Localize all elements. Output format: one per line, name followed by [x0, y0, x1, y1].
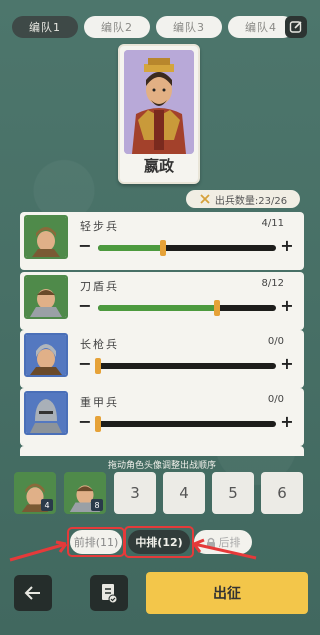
slot-count-badge: 4 — [41, 499, 53, 511]
increase-button[interactable]: + — [278, 356, 296, 374]
unit-slider[interactable] — [95, 358, 276, 374]
order-slot-2[interactable]: 8 — [64, 472, 106, 514]
troop-count-label: 出兵数量:23/26 — [214, 195, 288, 207]
slider-handle[interactable] — [95, 416, 101, 432]
increase-button[interactable]: + — [278, 238, 296, 256]
slider-fill — [98, 305, 217, 311]
slider-fill — [98, 245, 163, 251]
unit-row-partial — [20, 446, 304, 456]
order-slot-5[interactable]: 5 — [212, 472, 254, 514]
crossed-swords-icon — [200, 194, 210, 204]
unit-name: 刀盾兵 — [80, 280, 119, 293]
heavy-armor-portrait — [26, 393, 66, 433]
unit-count: 0/0 — [267, 394, 284, 405]
arrow-annotation-left — [9, 540, 68, 562]
unit-row-heavy-armor: 重甲兵 0/0 − + — [20, 388, 304, 446]
arrow-annotation-right — [192, 538, 257, 560]
unit-row-light-infantry: 轻步兵 4/11 − + — [20, 212, 304, 270]
unit-name: 重甲兵 — [80, 396, 119, 409]
tab-formation-1[interactable]: 编队1 — [12, 16, 78, 38]
increase-button[interactable]: + — [278, 298, 296, 316]
slot-count-badge: 8 — [91, 499, 103, 511]
general-name: 嬴政 — [143, 157, 174, 175]
unit-row-sword-shield: 刀盾兵 8/12 − + — [20, 272, 304, 330]
edit-button[interactable] — [285, 16, 307, 38]
increase-button[interactable]: + — [278, 414, 296, 432]
order-hint: 拖动角色头像调整出战顺序 — [108, 461, 217, 471]
unit-name: 长枪兵 — [80, 338, 119, 351]
unit-slider[interactable] — [95, 416, 276, 432]
order-slot-1[interactable]: 4 — [14, 472, 56, 514]
order-slot-3[interactable]: 3 — [114, 472, 156, 514]
unit-count: 8/12 — [261, 278, 284, 289]
back-button[interactable] — [14, 575, 52, 611]
spearman-avatar[interactable] — [24, 333, 68, 377]
formation-tabs: 编队1 编队2 编队3 编队4 — [12, 16, 294, 38]
tab-formation-2[interactable]: 编队2 — [84, 16, 150, 38]
order-slot-4[interactable]: 4 — [163, 472, 205, 514]
unit-slider[interactable] — [98, 300, 276, 316]
general-card[interactable]: 嬴政 — [118, 44, 200, 184]
unit-slider[interactable] — [98, 240, 276, 256]
tab-formation-3[interactable]: 编队3 — [156, 16, 222, 38]
slider-handle[interactable] — [95, 358, 101, 374]
troop-count-badge: 出兵数量:23/26 — [186, 190, 300, 208]
decrease-button[interactable]: − — [76, 356, 94, 374]
deploy-button[interactable]: 出征 — [146, 572, 308, 614]
document-check-icon — [102, 584, 118, 604]
highlight-box-middle — [124, 526, 194, 558]
sword-shield-avatar[interactable] — [24, 275, 68, 319]
unit-count: 0/0 — [267, 336, 284, 347]
spearman-portrait — [26, 335, 66, 375]
edit-icon — [289, 21, 302, 33]
light-infantry-portrait — [26, 217, 66, 257]
order-slot-6[interactable]: 6 — [261, 472, 303, 514]
general-portrait — [124, 50, 194, 154]
unit-count: 4/11 — [261, 218, 284, 229]
slider-handle[interactable] — [213, 300, 220, 316]
decrease-button[interactable]: − — [76, 414, 94, 432]
unit-name: 轻步兵 — [80, 220, 119, 233]
highlight-box-front — [67, 527, 125, 557]
emperor-portrait-image — [124, 50, 194, 154]
heavy-armor-avatar[interactable] — [24, 391, 68, 435]
light-infantry-avatar[interactable] — [24, 215, 68, 259]
slider-handle[interactable] — [159, 240, 166, 256]
decrease-button[interactable]: − — [76, 238, 94, 256]
back-arrow-icon — [24, 586, 40, 600]
sword-shield-portrait — [26, 277, 66, 317]
decrease-button[interactable]: − — [76, 298, 94, 316]
unit-row-spearman: 长枪兵 0/0 − + — [20, 330, 304, 388]
formation-detail-button[interactable] — [90, 575, 128, 611]
